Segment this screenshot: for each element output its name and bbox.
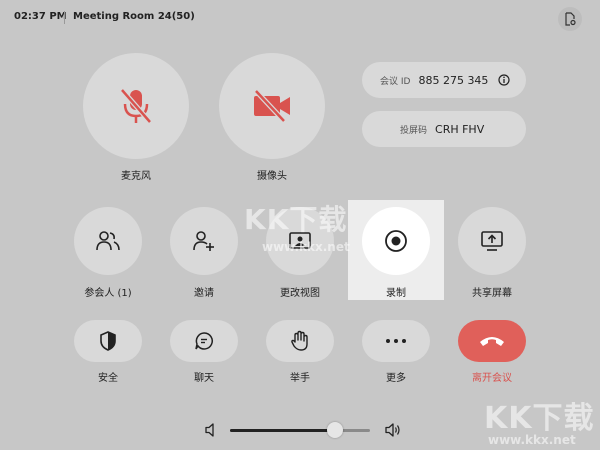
leave-meeting-label: 离开会议 <box>472 373 512 384</box>
watermark-corner-url: www.kkx.net <box>488 433 576 447</box>
clock-time: 02:37 PM <box>14 11 67 22</box>
participants-label: 参会人 (1) <box>84 288 132 299</box>
participants-icon <box>96 231 120 251</box>
share-screen-button[interactable] <box>458 207 526 275</box>
watermark-center: KK下载 <box>244 203 348 236</box>
invite-button[interactable] <box>170 207 238 275</box>
chat-icon <box>195 332 213 350</box>
watermark-corner: KK下载 <box>484 401 595 436</box>
camera-off-icon <box>254 89 290 123</box>
volume-high-icon[interactable] <box>384 422 402 438</box>
more-label: 更多 <box>386 373 406 384</box>
chat-label: 聊天 <box>194 373 214 384</box>
participants-button[interactable] <box>74 207 142 275</box>
more-button[interactable] <box>362 320 430 362</box>
meeting-id-value: 885 275 345 <box>418 73 489 87</box>
share-screen-label: 共享屏幕 <box>472 288 512 299</box>
record-button[interactable] <box>362 207 430 275</box>
camera-label: 摄像头 <box>257 171 287 182</box>
leave-meeting-icon <box>480 337 504 346</box>
more-icon <box>386 339 406 343</box>
raise-hand-label: 举手 <box>290 373 310 384</box>
camera-button[interactable] <box>219 53 325 159</box>
microphone-button[interactable] <box>83 53 189 159</box>
change-view-label: 更改视图 <box>280 288 320 299</box>
raise-hand-button[interactable] <box>266 320 334 362</box>
cast-code-value: CRH FHV <box>435 122 485 136</box>
security-shield-icon <box>100 331 116 351</box>
leave-meeting-button[interactable] <box>458 320 526 362</box>
microphone-label: 麦克风 <box>121 171 151 182</box>
volume-low-icon[interactable] <box>204 422 218 438</box>
security-label: 安全 <box>98 373 118 384</box>
volume-slider-handle[interactable] <box>327 422 343 438</box>
raise-hand-icon <box>291 330 308 351</box>
mic-muted-icon <box>120 88 152 124</box>
security-button[interactable] <box>74 320 142 362</box>
cast-code-key: 投屏码 <box>400 125 428 136</box>
watermark-center-url: www.kkx.net <box>262 240 350 254</box>
header-divider <box>64 11 65 24</box>
invite-label: 邀请 <box>194 288 214 299</box>
volume-slider-fill <box>230 429 335 432</box>
document-settings-icon <box>565 12 576 26</box>
meeting-id-key: 会议 ID <box>380 76 411 87</box>
share-screen-icon <box>481 231 503 251</box>
record-icon <box>385 230 407 252</box>
room-settings-button[interactable] <box>558 7 582 31</box>
meeting-id-pill[interactable]: 会议 ID 885 275 345 <box>362 62 526 98</box>
meeting-room-title: Meeting Room 24(50) <box>73 11 195 22</box>
info-icon[interactable] <box>498 74 511 86</box>
invite-icon <box>193 231 214 251</box>
record-label: 录制 <box>386 288 406 299</box>
chat-button[interactable] <box>170 320 238 362</box>
cast-code-pill[interactable]: 投屏码 CRH FHV <box>362 111 526 147</box>
